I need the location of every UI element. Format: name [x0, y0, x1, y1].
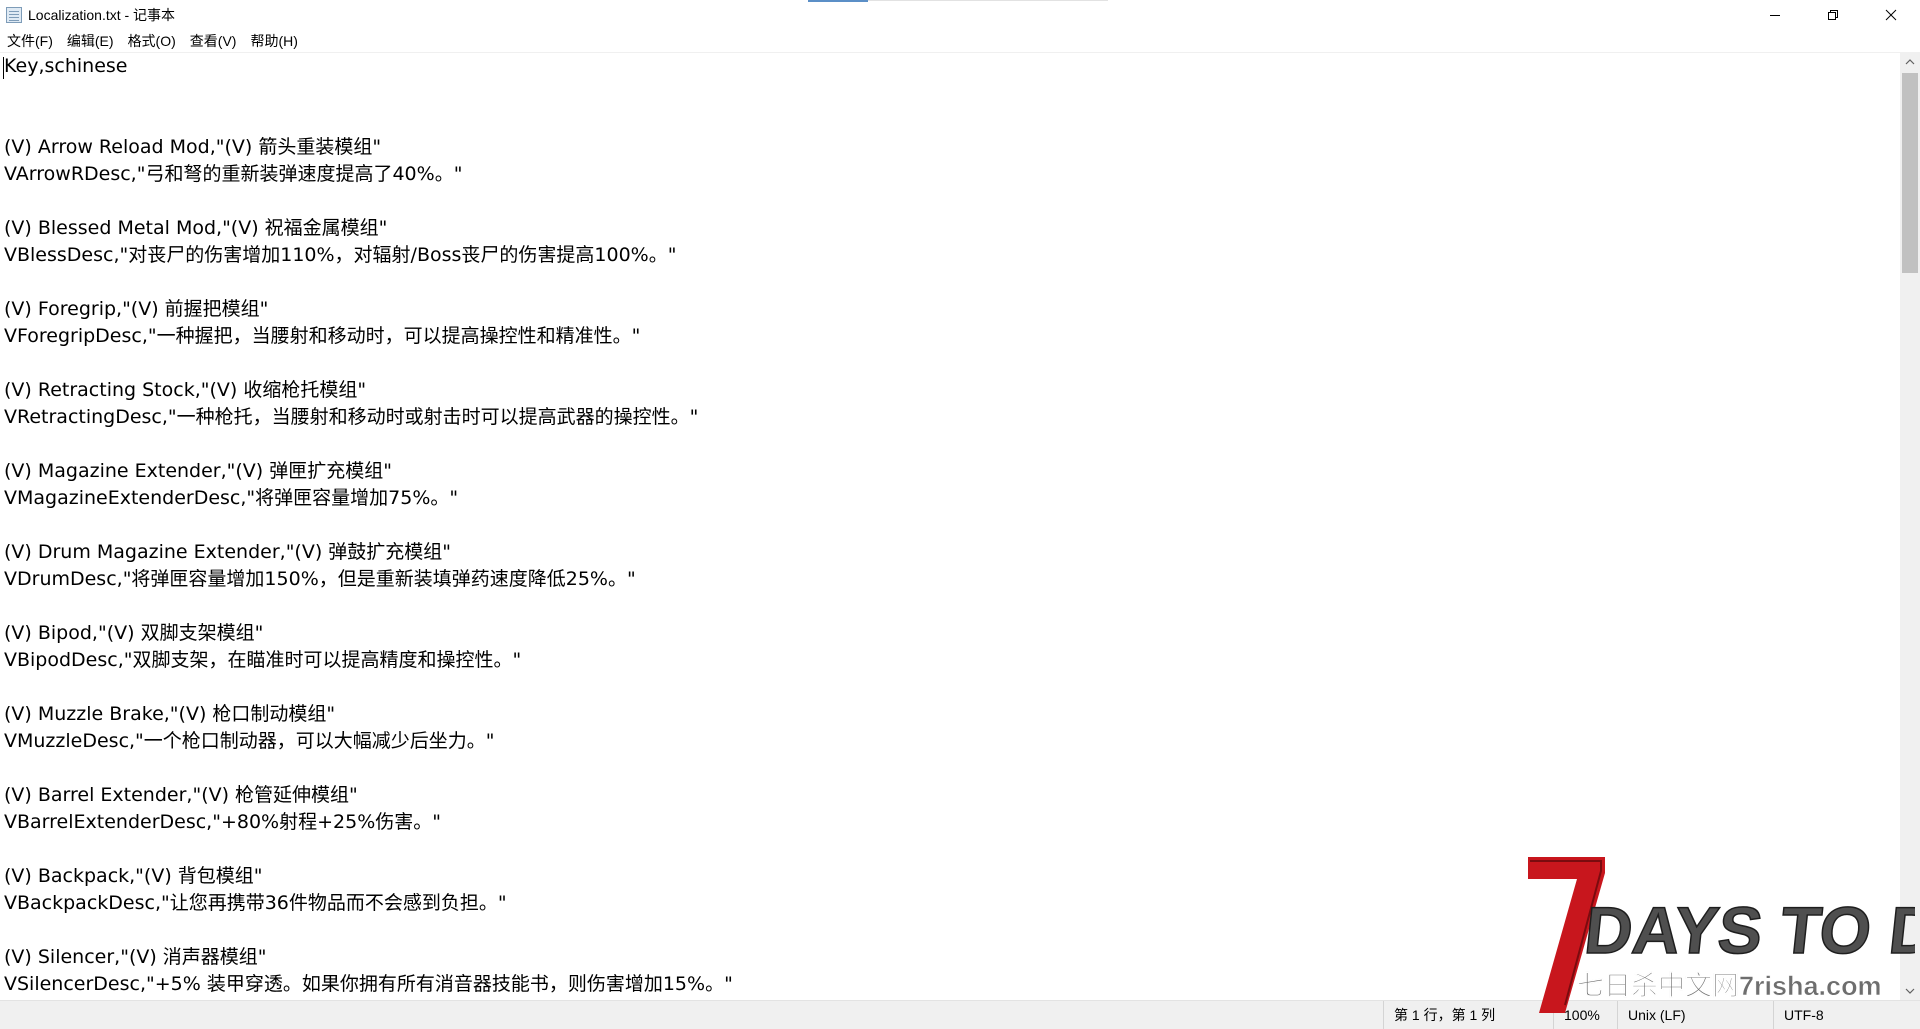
- text-line[interactable]: [4, 431, 733, 458]
- text-line[interactable]: VMuzzleDesc,"一个枪口制动器，可以大幅减少后坐力。": [4, 728, 733, 755]
- chevron-up-icon: [1905, 59, 1915, 65]
- watermark-site-text: 七日杀中文网7risha.com: [1577, 970, 1882, 1001]
- text-line[interactable]: [4, 350, 733, 377]
- text-line[interactable]: [4, 593, 733, 620]
- restore-icon: [1828, 10, 1838, 20]
- text-line[interactable]: VSilencerDesc,"+5% 装甲穿透。如果你拥有所有消音器技能书，则伤…: [4, 971, 733, 998]
- close-button[interactable]: [1862, 0, 1920, 30]
- svg-text:DAYS TO DIE: DAYS TO DIE: [1581, 894, 1915, 968]
- menu-edit[interactable]: 编辑(E): [60, 30, 121, 52]
- text-line[interactable]: (V) Magazine Extender,"(V) 弹匣扩充模组": [4, 458, 733, 485]
- text-line[interactable]: VMagazineExtenderDesc,"将弹匣容量增加75%。": [4, 485, 733, 512]
- text-line[interactable]: (V) Barrel Extender,"(V) 枪管延伸模组": [4, 782, 733, 809]
- text-line[interactable]: VBackpackDesc,"让您再携带36件物品而不会感到负担。": [4, 890, 733, 917]
- menu-file[interactable]: 文件(F): [0, 30, 60, 52]
- text-line[interactable]: VRetractingDesc,"一种枪托，当腰射和移动时或射击时可以提高武器的…: [4, 404, 733, 431]
- text-line[interactable]: VBipodDesc,"双脚支架，在瞄准时可以提高精度和操控性。": [4, 647, 733, 674]
- notepad-icon: [6, 7, 22, 23]
- text-line[interactable]: VBlessDesc,"对丧尸的伤害增加110%，对辐射/Boss丧尸的伤害提高…: [4, 242, 733, 269]
- text-line[interactable]: [4, 755, 733, 782]
- text-line[interactable]: [4, 836, 733, 863]
- text-lines: Key,schinese (V) Arrow Reload Mod,"(V) 箭…: [4, 53, 733, 998]
- title-accent-line-light: [868, 0, 1108, 1]
- minimize-icon: [1770, 15, 1780, 16]
- text-line[interactable]: (V) Arrow Reload Mod,"(V) 箭头重装模组": [4, 134, 733, 161]
- seven-days-to-die-logo: DAYS TO DIE 七日杀中文网7risha.com: [1528, 857, 1920, 1013]
- window-controls: [1746, 0, 1920, 30]
- scroll-thumb[interactable]: [1902, 73, 1918, 273]
- text-line[interactable]: [4, 80, 733, 107]
- text-line[interactable]: Key,schinese: [4, 53, 733, 80]
- menu-help[interactable]: 帮助(H): [243, 30, 304, 52]
- scroll-up-button[interactable]: [1900, 53, 1920, 71]
- text-line[interactable]: (V) Bipod,"(V) 双脚支架模组": [4, 620, 733, 647]
- close-icon: [1885, 9, 1897, 21]
- title-accent-line: [808, 0, 868, 2]
- text-line[interactable]: [4, 674, 733, 701]
- text-line[interactable]: VBarrelExtenderDesc,"+80%射程+25%伤害。": [4, 809, 733, 836]
- text-line[interactable]: [4, 269, 733, 296]
- text-line[interactable]: (V) Backpack,"(V) 背包模组": [4, 863, 733, 890]
- title-bar: Localization.txt - 记事本: [0, 0, 1920, 30]
- text-line[interactable]: VForegripDesc,"一种握把，当腰射和移动时，可以提高操控性和精准性。…: [4, 323, 733, 350]
- text-line[interactable]: (V) Drum Magazine Extender,"(V) 弹鼓扩充模组": [4, 539, 733, 566]
- minimize-button[interactable]: [1746, 0, 1804, 30]
- text-line[interactable]: (V) Muzzle Brake,"(V) 枪口制动模组": [4, 701, 733, 728]
- text-line[interactable]: VDrumDesc,"将弹匣容量增加150%，但是重新装填弹药速度降低25%。": [4, 566, 733, 593]
- menu-format[interactable]: 格式(O): [121, 30, 183, 52]
- text-line[interactable]: [4, 917, 733, 944]
- text-line[interactable]: VArrowRDesc,"弓和弩的重新装弹速度提高了40%。": [4, 161, 733, 188]
- status-cursor-position: 第 1 行，第 1 列: [1383, 1001, 1541, 1029]
- text-line[interactable]: [4, 512, 733, 539]
- text-line[interactable]: (V) Silencer,"(V) 消声器模组": [4, 944, 733, 971]
- text-line[interactable]: (V) Blessed Metal Mod,"(V) 祝福金属模组": [4, 215, 733, 242]
- text-line[interactable]: [4, 107, 733, 134]
- text-line[interactable]: (V) Foregrip,"(V) 前握把模组": [4, 296, 733, 323]
- window-title: Localization.txt - 记事本: [28, 7, 176, 23]
- menu-bar: 文件(F) 编辑(E) 格式(O) 查看(V) 帮助(H): [0, 30, 1920, 52]
- text-line[interactable]: (V) Retracting Stock,"(V) 收缩枪托模组": [4, 377, 733, 404]
- maximize-button[interactable]: [1804, 0, 1862, 30]
- game-logo-watermark: DAYS TO DIE 七日杀中文网7risha.com: [1525, 855, 1920, 1015]
- text-line[interactable]: [4, 188, 733, 215]
- menu-view[interactable]: 查看(V): [183, 30, 244, 52]
